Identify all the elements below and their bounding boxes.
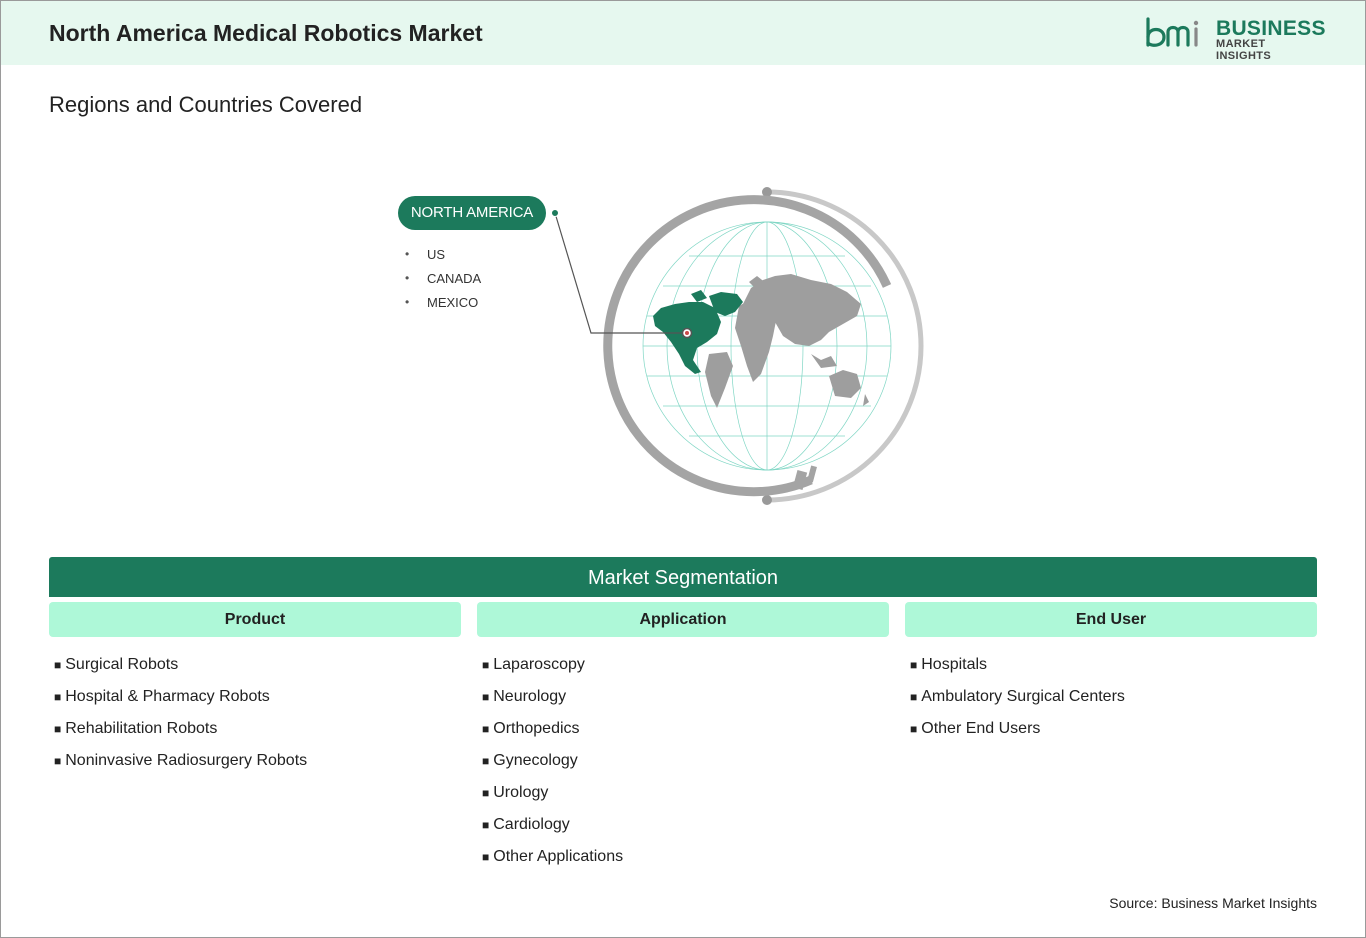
bullet-square-icon: ■ — [54, 658, 62, 672]
column-heading-end-user: End User — [905, 602, 1317, 637]
bullet-square-icon: ■ — [482, 786, 490, 800]
list-item: ■ Cardiology — [482, 816, 570, 833]
list-item: ■ Gynecology — [482, 752, 578, 769]
source-note: Source: Business Market Insights — [1109, 895, 1317, 911]
list-item: ■ Other End Users — [910, 720, 1041, 737]
list-item: ■ Orthopedics — [482, 720, 580, 737]
bullet-square-icon: ■ — [54, 690, 62, 704]
application-list: ■ Laparoscopy ■ Neurology ■ Orthopedics ■ Gy… — [482, 656, 623, 880]
page-title: North America Medical Robotics Market — [49, 20, 483, 46]
list-item: ■ Surgical Robots — [54, 656, 179, 673]
bullet-square-icon: ■ — [482, 690, 490, 704]
logo-text-market-insights: MARKET INSIGHTS — [1216, 38, 1272, 62]
column-heading-product: Product — [49, 602, 461, 637]
region-label-north-america: NORTH AMERICA — [398, 196, 546, 230]
list-item: ■ Neurology — [482, 688, 567, 705]
bullet-square-icon: ■ — [910, 722, 918, 736]
bullet-square-icon: ■ — [910, 658, 918, 672]
list-item: ■ Noninvasive Radiosurgery Robots — [54, 752, 308, 769]
country-us: US — [405, 247, 445, 262]
country-canada: CANADA — [405, 271, 481, 286]
bmi-logo-mark — [1146, 17, 1199, 47]
header-bar: North America Medical Robotics Market BU… — [1, 1, 1365, 65]
bullet-square-icon: ■ — [54, 754, 62, 768]
list-item: ■ Other Applications — [482, 848, 624, 865]
bullet-square-icon: ■ — [482, 658, 490, 672]
end-user-list: ■ Hospitals ■ Ambulatory Surgical Centers … — [910, 656, 1125, 752]
bullet-square-icon: ■ — [482, 722, 490, 736]
list-item: ■ Laparoscopy — [482, 656, 585, 673]
list-item: ■ Urology — [482, 784, 549, 801]
country-mexico: MEXICO — [405, 295, 478, 310]
bullet-square-icon: ■ — [482, 850, 490, 864]
bullet-square-icon: ■ — [54, 722, 62, 736]
market-segmentation-bar: Market Segmentation — [49, 557, 1317, 597]
list-item: ■ Hospitals — [910, 656, 988, 673]
bullet-square-icon: ■ — [482, 754, 490, 768]
list-item: ■ Rehabilitation Robots — [54, 720, 218, 737]
region-map: NORTH AMERICA US CANADA MEXICO — [391, 176, 951, 516]
column-heading-application: Application — [477, 602, 889, 637]
bmi-logo: BUSINESS MARKET INSIGHTS — [1144, 15, 1325, 62]
list-item: ■ Hospital & Pharmacy Robots — [54, 688, 270, 705]
infographic-frame: North America Medical Robotics Market BU… — [0, 0, 1366, 938]
bullet-square-icon: ■ — [482, 818, 490, 832]
product-list: ■ Surgical Robots ■ Hospital & Pharmacy Ro… — [54, 656, 307, 784]
list-item: ■ Ambulatory Surgical Centers — [910, 688, 1125, 705]
regions-heading: Regions and Countries Covered — [49, 92, 363, 117]
bullet-square-icon: ■ — [910, 690, 918, 704]
